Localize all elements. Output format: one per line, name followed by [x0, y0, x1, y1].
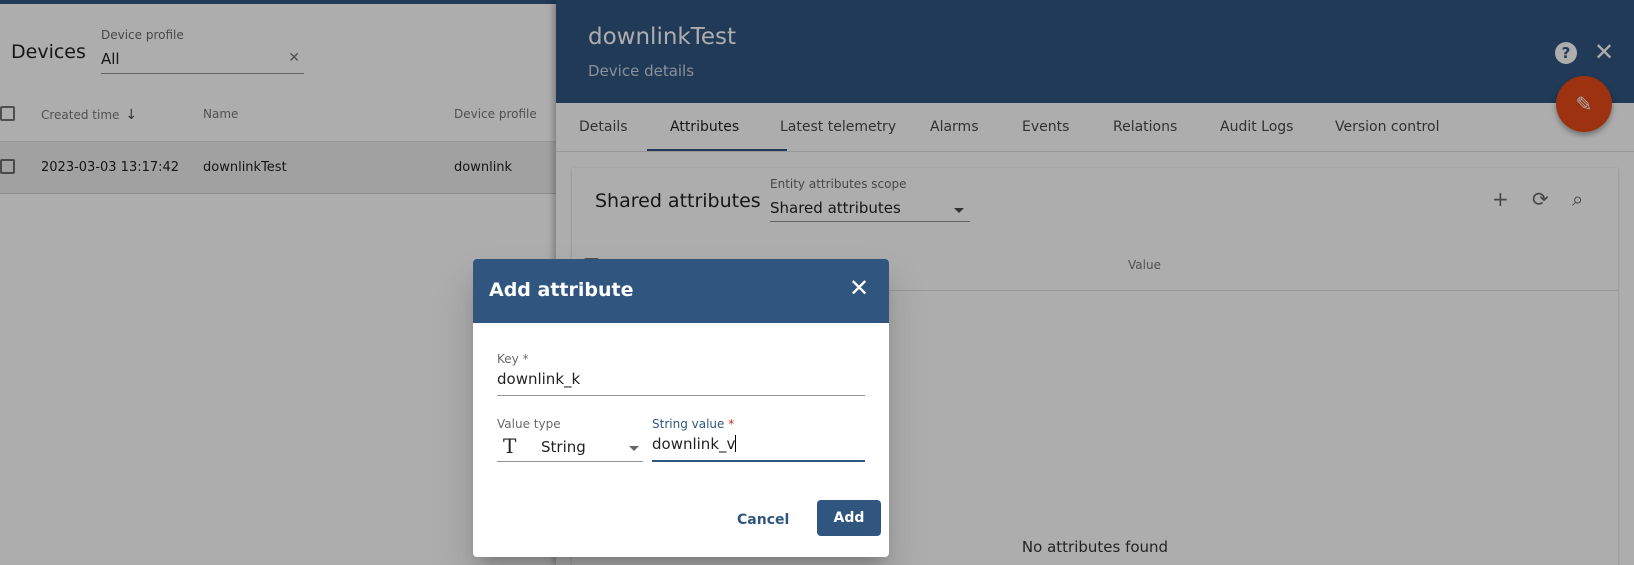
text-type-icon: T — [503, 434, 517, 458]
key-input[interactable]: downlink_k — [497, 366, 865, 396]
add-button[interactable]: Add — [817, 500, 881, 536]
key-label: Key * — [497, 352, 529, 366]
string-value-input[interactable]: downlink_v — [652, 432, 865, 462]
value-type-select[interactable]: T String — [497, 432, 643, 462]
text-cursor — [735, 435, 737, 452]
add-attribute-dialog: Add attribute ✕ Key * downlink_k Value t… — [473, 259, 889, 557]
value-type-value: String — [541, 438, 586, 456]
dialog-header: Add attribute ✕ — [473, 259, 889, 323]
string-value-label: String value * — [652, 417, 735, 431]
chevron-down-icon — [629, 446, 639, 451]
cancel-button[interactable]: Cancel — [737, 512, 789, 528]
value-type-label: Value type — [497, 417, 561, 431]
dialog-title: Add attribute — [489, 279, 634, 301]
close-icon[interactable]: ✕ — [849, 273, 869, 303]
